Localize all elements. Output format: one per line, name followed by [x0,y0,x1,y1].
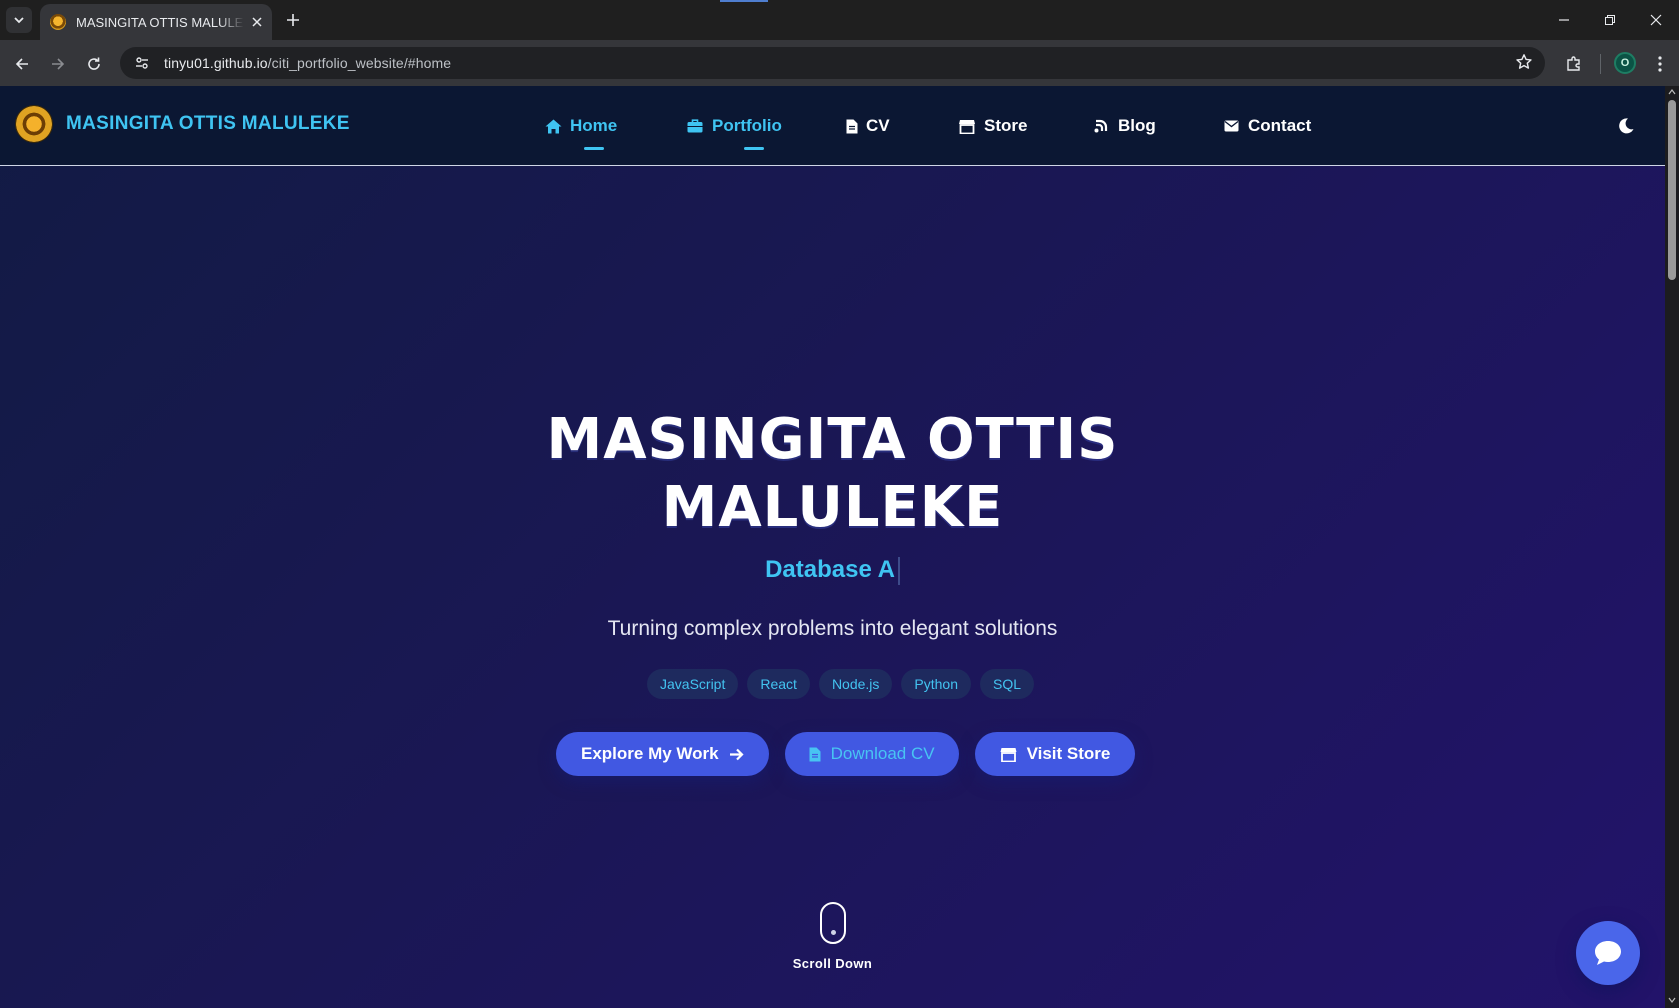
nav-home[interactable]: Home [544,112,618,150]
nav-contact[interactable]: Contact [1222,112,1311,140]
url-host: tinyu01.github.io [164,55,268,71]
nav-portfolio-label: Portfolio [712,116,782,135]
typed-role-text: Database A [765,556,895,583]
url-text: tinyu01.github.io/citi_portfolio_website… [164,55,451,71]
site-info-icon[interactable] [130,51,154,75]
close-icon [1650,14,1662,26]
briefcase-icon [686,117,704,135]
download-cv-label: Download CV [830,744,935,763]
skill-tag: SQL [980,669,1035,699]
profile-avatar[interactable]: O [1614,52,1636,74]
browser-tab-bar: MASINGITA OTTIS MALULEKE - [0,0,1679,40]
moon-icon [1619,118,1634,134]
explore-work-button[interactable]: Explore My Work [556,732,769,776]
site-navbar: MASINGITA OTTIS MALULEKE Home Portfolio … [0,86,1665,166]
visit-store-button[interactable]: Visit Store [974,732,1136,776]
brand-name: MASINGITA OTTIS MALULEKE [66,113,350,134]
window-close-button[interactable] [1633,0,1679,40]
nav-blog-label: Blog [1118,116,1156,135]
chevron-down-icon [14,17,24,24]
url-path: /citi_portfolio_website/#home [267,55,452,71]
hero-buttons: Explore My Work Download CV Visit Store [556,732,1136,776]
browser-menu-button[interactable] [1646,50,1674,78]
hero-title-line2: MALULEKE [661,475,1004,540]
tab-search-button[interactable] [6,7,32,33]
back-button[interactable] [8,50,36,78]
scrollbar-thumb[interactable] [1668,100,1676,280]
arrow-left-icon [15,58,28,70]
plus-icon [287,14,299,26]
scroll-down-indicator[interactable]: Scroll Down [0,902,1665,971]
forward-button[interactable] [44,50,72,78]
store-icon [1000,747,1017,762]
restore-icon [1605,15,1615,25]
new-tab-button[interactable] [282,9,304,31]
puzzle-icon [1567,56,1580,71]
skill-tag: JavaScript [647,669,739,699]
scroll-down-arrow-icon[interactable] [1668,996,1676,1004]
scroll-down-label: Scroll Down [792,956,873,971]
close-icon [252,17,262,27]
arrow-right-icon [729,748,744,761]
visit-store-label: Visit Store [1026,744,1111,763]
nav-portfolio[interactable]: Portfolio [686,112,782,150]
mouse-icon [819,902,846,944]
address-bar[interactable]: tinyu01.github.io/citi_portfolio_website… [120,47,1545,79]
tab-strip-accent [720,0,768,2]
nav-store-label: Store [984,116,1028,135]
page-viewport: MASINGITA OTTIS MALULEKE Home Portfolio … [0,86,1665,1008]
typing-cursor [897,556,900,585]
reload-button[interactable] [80,50,108,78]
brand-logo [16,106,52,142]
reload-icon [88,57,100,70]
nav-home-label: Home [570,116,618,135]
file-icon [846,117,858,135]
hero-tagline: Turning complex problems into elegant so… [607,617,1058,640]
nav-hover-underline [743,147,764,150]
file-icon [809,747,821,762]
tab-title: MASINGITA OTTIS MALULEKE - [76,14,244,30]
more-vertical-icon [1658,56,1662,72]
hero-typed-role: Database A [0,556,1665,585]
arrow-right-icon [52,58,65,70]
minimize-icon [1559,19,1569,21]
hero-title-line1: MASINGITA OTTIS [546,407,1119,472]
browser-tab[interactable]: MASINGITA OTTIS MALULEKE - [40,4,272,40]
nav-store[interactable]: Store [958,112,1027,140]
nav-contact-label: Contact [1248,116,1312,135]
download-cv-button[interactable]: Download CV [784,732,959,776]
bookmark-star-icon[interactable] [1515,53,1533,76]
scroll-up-arrow-icon[interactable] [1668,88,1676,96]
page-scrollbar[interactable] [1665,86,1679,1008]
skill-tag: React [747,669,810,699]
restore-button[interactable] [1587,0,1633,40]
hero-title: MASINGITA OTTIS MALULEKE [0,406,1665,542]
skill-tags: JavaScript React Node.js Python SQL [647,669,1035,699]
nav-blog[interactable]: Blog [1092,112,1156,140]
chat-widget-button[interactable] [1576,921,1640,985]
site-favicon [50,14,66,30]
minimize-button[interactable] [1541,0,1587,40]
toolbar-divider [1600,54,1601,74]
theme-toggle-button[interactable] [1614,114,1638,138]
skill-tag: Python [901,669,971,699]
chat-bubble-icon [1595,941,1621,965]
explore-work-label: Explore My Work [581,744,719,763]
home-icon [544,117,562,135]
nav-active-underline [583,147,604,150]
extensions-button[interactable] [1560,50,1588,78]
skill-tag: Node.js [818,669,893,699]
site-brand[interactable]: MASINGITA OTTIS MALULEKE [16,106,350,142]
store-icon [958,117,976,135]
envelope-icon [1222,117,1240,135]
nav-cv-label: CV [866,116,890,135]
nav-cv[interactable]: CV [846,112,890,140]
blog-icon [1092,117,1110,135]
tab-close-button[interactable] [252,17,262,27]
